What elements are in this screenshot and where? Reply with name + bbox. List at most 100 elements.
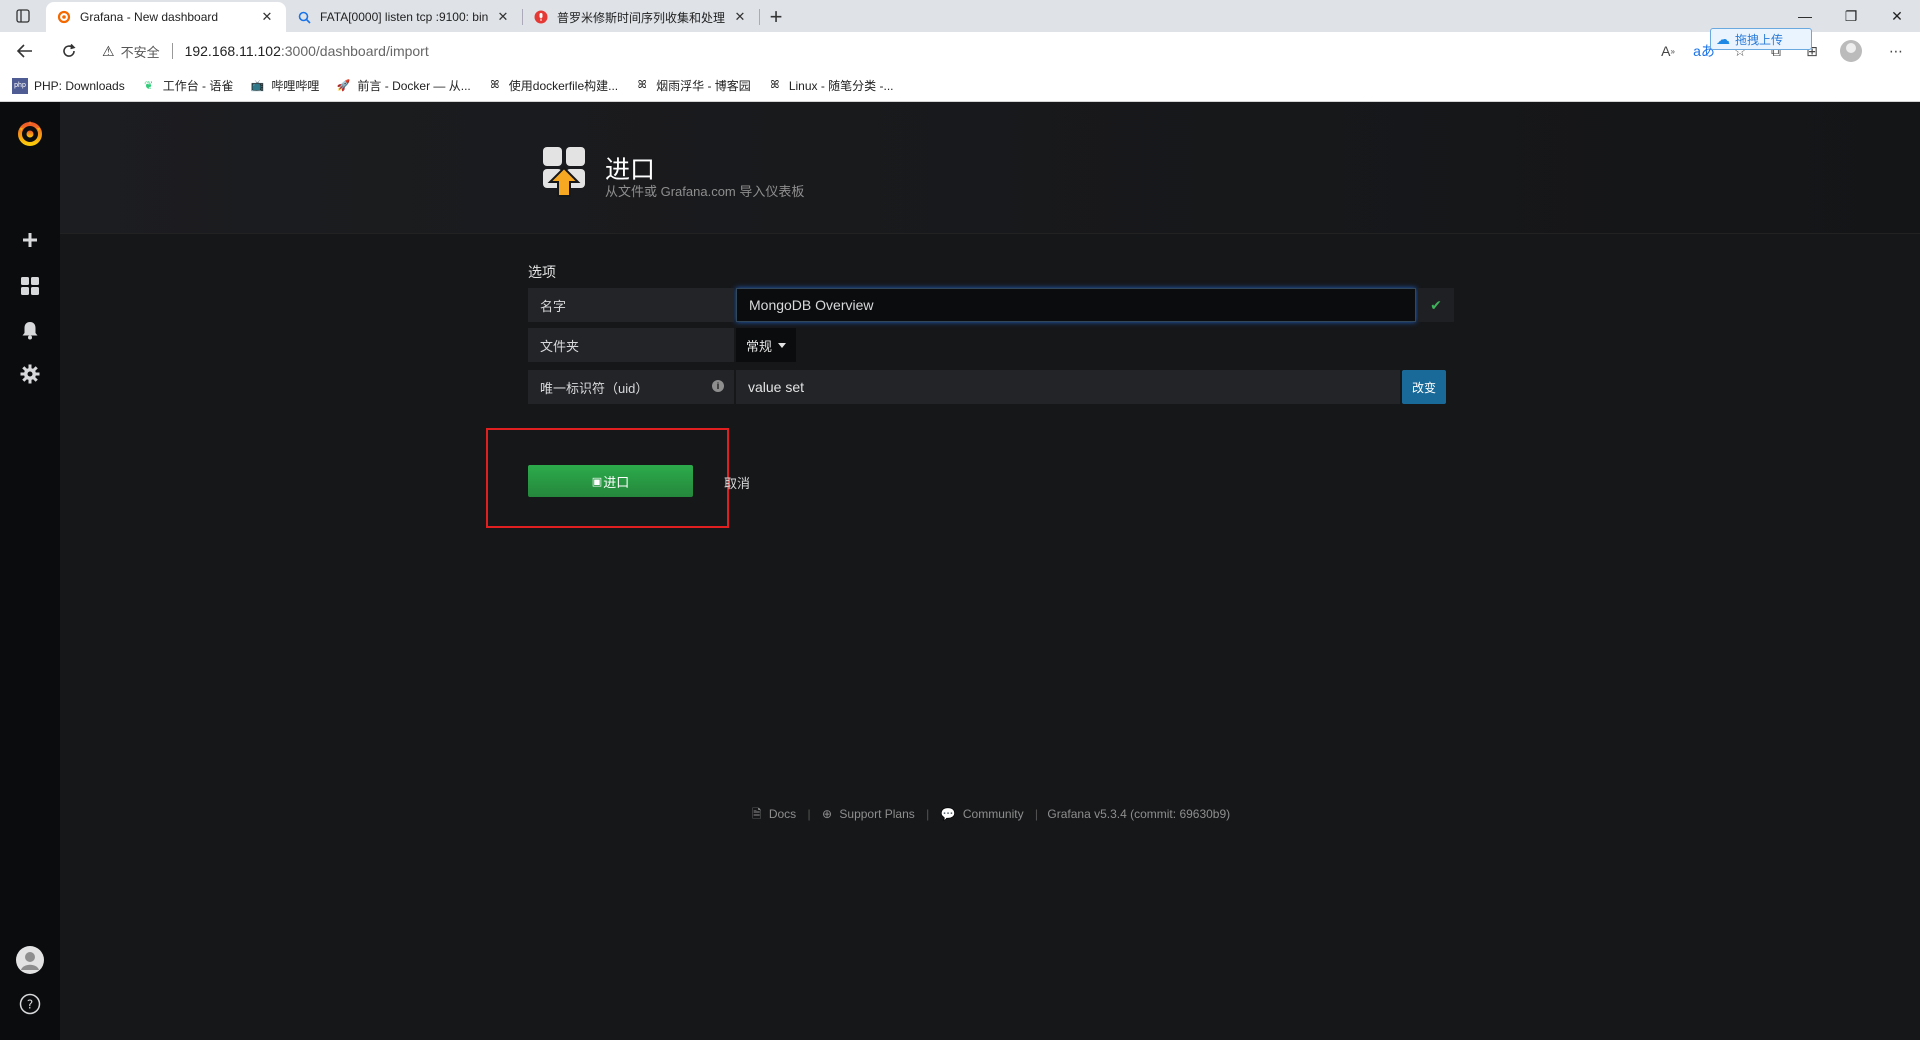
- change-uid-button[interactable]: 改变: [1402, 370, 1446, 404]
- toolbar-actions: ☁ 拖拽上传 A» aあ ☆ ⧉ ⊞ ⋯: [1650, 28, 1920, 70]
- import-button-icon: ▣: [591, 475, 603, 488]
- footer-separator: |: [1034, 807, 1039, 821]
- address-divider: [171, 43, 173, 59]
- docs-label: Docs: [768, 807, 797, 821]
- search-icon: [296, 9, 312, 25]
- docs-icon: 🗎: [751, 807, 762, 821]
- uid-label: 唯一标识符（uid） i: [528, 370, 734, 404]
- svg-text:?: ?: [27, 998, 33, 1012]
- community-label: Community: [962, 807, 1024, 821]
- create-icon[interactable]: [0, 220, 60, 260]
- bookmark-label: 使用dockerfile构建...: [508, 79, 619, 93]
- bookmark-label: 烟雨浮华 - 博客园: [656, 79, 751, 93]
- back-icon[interactable]: [6, 34, 44, 68]
- rocket-icon: 🚀: [336, 80, 351, 92]
- tab-grafana[interactable]: Grafana - New dashboard ✕: [46, 2, 286, 32]
- folder-label: 文件夹: [528, 328, 734, 362]
- bookmark-label: Linux - 随笔分类 -...: [788, 79, 894, 93]
- side-menu: ?: [0, 102, 60, 1040]
- upload-badge[interactable]: ☁ 拖拽上传: [1710, 28, 1812, 50]
- bookmark-bilibili[interactable]: 📺 哔哩哔哩: [249, 77, 320, 94]
- cnblogs-icon: ꕤ: [770, 79, 780, 91]
- info-icon[interactable]: i: [712, 380, 724, 392]
- import-button-label: 进口: [603, 474, 630, 490]
- grafana-logo-icon[interactable]: [0, 110, 60, 156]
- warning-icon[interactable]: ⚠: [102, 43, 115, 60]
- cloud-icon: ☁: [1716, 30, 1730, 47]
- tab-actions-icon[interactable]: [0, 0, 46, 32]
- read-aloud-icon[interactable]: A»: [1650, 34, 1686, 68]
- name-row: 名字 MongoDB Overview ✔: [528, 288, 1454, 322]
- cnblogs-icon: ꕤ: [637, 79, 647, 91]
- close-icon[interactable]: ✕: [494, 9, 512, 25]
- close-icon[interactable]: ✕: [731, 9, 749, 25]
- folder-row: 文件夹 常规: [528, 328, 797, 362]
- tab-title: FATA[0000] listen tcp :9100: bind: [320, 10, 488, 24]
- import-button[interactable]: ▣ 进口: [528, 465, 693, 497]
- bookmark-label: 工作台 - 语雀: [162, 79, 234, 93]
- new-tab-icon[interactable]: +: [760, 2, 792, 32]
- grafana-app: ? 进口 从文件或 Grafana.com 导入仪表板 选项 名字 MongoD…: [0, 102, 1920, 1040]
- tab-search[interactable]: FATA[0000] listen tcp :9100: bind ✕: [286, 2, 522, 32]
- bookmark-docker[interactable]: 🚀 前言 - Docker — 从...: [335, 77, 471, 94]
- browser-tab-bar: Grafana - New dashboard ✕ FATA[0000] lis…: [0, 0, 1920, 32]
- address-host: 192.168.11.102: [184, 43, 281, 59]
- bookmark-label: 前言 - Docker — 从...: [357, 79, 471, 93]
- bookmark-dockerfile[interactable]: ꕤ 使用dockerfile构建...: [487, 77, 618, 94]
- help-icon[interactable]: ?: [0, 984, 60, 1024]
- tab-title: Grafana - New dashboard: [80, 10, 219, 24]
- caret-down-icon: [778, 342, 787, 348]
- bilibili-icon: 📺: [250, 80, 265, 92]
- bookmark-label: 哔哩哔哩: [271, 79, 320, 93]
- bookmark-php[interactable]: php PHP: Downloads: [12, 77, 125, 94]
- docs-link[interactable]: 🗎 Docs: [750, 807, 798, 821]
- import-dashboard-icon: [542, 146, 586, 198]
- php-icon: php: [12, 77, 28, 94]
- page-subtitle: 从文件或 Grafana.com 导入仪表板: [605, 184, 805, 199]
- security-label[interactable]: 不安全: [121, 42, 160, 61]
- restore-icon[interactable]: ❐: [1828, 0, 1874, 32]
- bookmark-label: PHP: Downloads: [34, 78, 125, 93]
- tab-title: 普罗米修斯时间序列收集和处理: [557, 10, 725, 25]
- grafana-icon: [56, 9, 72, 25]
- upload-badge-label: 拖拽上传: [1735, 32, 1784, 47]
- footer-separator: |: [807, 807, 811, 821]
- support-label: Support Plans: [839, 807, 915, 821]
- folder-select-value: 常规: [746, 338, 773, 354]
- footer: 🗎 Docs | ⊕ Support Plans | 💬 Community |…: [0, 805, 1920, 826]
- community-link[interactable]: 💬 Community: [939, 807, 1026, 821]
- tab-prometheus[interactable]: 普罗米修斯时间序列收集和处理 ✕: [523, 2, 759, 32]
- support-link[interactable]: ⊕ Support Plans: [820, 807, 917, 821]
- address-path: :3000/dashboard/import: [280, 43, 429, 59]
- name-label: 名字: [528, 288, 734, 322]
- bookmarks-bar: php PHP: Downloads ❦ 工作台 - 语雀 📺 哔哩哔哩 🚀 前…: [0, 70, 1920, 102]
- version-text: Grafana v5.3.4 (commit: 69630b9): [1047, 807, 1231, 821]
- cancel-link[interactable]: 取消: [724, 473, 750, 492]
- alerting-bell-icon[interactable]: [0, 310, 60, 350]
- refresh-icon[interactable]: [50, 34, 88, 68]
- options-section-title: 选项: [528, 264, 556, 280]
- user-avatar[interactable]: [0, 940, 60, 980]
- bookmark-cnblogs[interactable]: ꕤ 烟雨浮华 - 博客园: [634, 77, 751, 94]
- configuration-gear-icon[interactable]: [0, 354, 60, 394]
- mic-icon: [533, 9, 549, 25]
- name-input[interactable]: MongoDB Overview: [736, 288, 1416, 322]
- dashboards-icon[interactable]: [0, 266, 60, 306]
- close-window-icon[interactable]: ✕: [1874, 0, 1920, 32]
- cnblogs-icon: ꕤ: [490, 79, 500, 91]
- browser-toolbar: ⚠ 不安全 192.168.11.102:3000/dashboard/impo…: [0, 28, 1920, 70]
- community-icon: 💬: [940, 807, 956, 821]
- close-icon[interactable]: ✕: [258, 9, 276, 25]
- bookmark-yuque[interactable]: ❦ 工作台 - 语雀: [141, 77, 234, 94]
- profile-avatar[interactable]: [1840, 40, 1862, 62]
- valid-check-icon: ✔: [1418, 288, 1454, 322]
- bookmark-linux[interactable]: ꕤ Linux - 随笔分类 -...: [767, 77, 894, 94]
- uid-row: 唯一标识符（uid） i value set 改变: [528, 370, 1446, 404]
- uid-label-text: 唯一标识符（uid）: [540, 380, 649, 396]
- page-header: 进口 从文件或 Grafana.com 导入仪表板: [60, 102, 1920, 234]
- folder-select[interactable]: 常规: [736, 328, 797, 362]
- address-bar[interactable]: ⚠ 不安全 192.168.11.102:3000/dashboard/impo…: [102, 36, 429, 66]
- more-icon[interactable]: ⋯: [1878, 34, 1914, 68]
- uid-input[interactable]: value set: [736, 370, 1400, 404]
- yuque-icon: ❦: [144, 80, 154, 92]
